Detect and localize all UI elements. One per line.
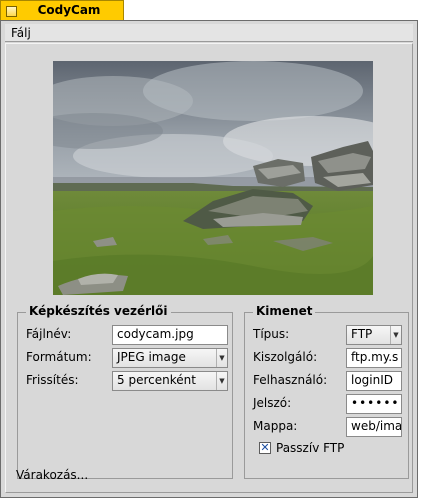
server-input[interactable]: ftp.my.s — [346, 348, 402, 368]
window-tab[interactable]: CodyCam — [0, 0, 124, 20]
output-group: Kimenet Típus: FTP ▼ Kiszolgáló: ftp.my.… — [244, 304, 409, 479]
server-label: Kiszolgáló: — [253, 350, 318, 364]
filename-label: Fájlnév: — [26, 327, 72, 341]
format-select-value: JPEG image — [117, 350, 186, 364]
type-select-value: FTP — [351, 327, 373, 341]
passive-ftp-checkbox[interactable]: ✕ — [259, 442, 271, 454]
username-label: Felhasználó: — [253, 373, 328, 387]
password-input[interactable]: •••••• — [346, 394, 402, 414]
checkmark-icon: ✕ — [260, 441, 270, 454]
refresh-select[interactable]: 5 percenként ▼ — [112, 371, 228, 391]
password-label: Jelszó: — [253, 396, 292, 410]
main-panel: Képkészítés vezérlői Fájlnév: codycam.jp… — [5, 43, 413, 493]
dropdown-arrow-icon: ▼ — [216, 372, 227, 390]
folder-input[interactable]: web/ima — [346, 417, 402, 437]
format-label: Formátum: — [26, 350, 92, 364]
refresh-label: Frissítés: — [26, 373, 79, 387]
window-title: CodyCam — [37, 3, 101, 17]
format-select[interactable]: JPEG image ▼ — [112, 348, 228, 368]
passive-ftp-label[interactable]: Passzív FTP — [276, 441, 344, 455]
filename-input[interactable]: codycam.jpg — [112, 325, 228, 345]
capture-settings-legend: Képkészítés vezérlői — [26, 304, 171, 318]
webcam-preview-image — [53, 61, 373, 295]
menu-file[interactable]: Fálj — [11, 26, 31, 40]
folder-label: Mappa: — [253, 419, 298, 433]
username-input[interactable]: loginID — [346, 371, 402, 391]
status-text: Várakozás... — [16, 468, 89, 482]
menu-bar: Fálj — [5, 24, 413, 42]
dropdown-arrow-icon: ▼ — [216, 349, 227, 367]
window: Fálj Képkészítés vezérlői Fájlnév: codyc… — [0, 20, 418, 498]
dropdown-arrow-icon: ▼ — [390, 326, 401, 344]
type-select[interactable]: FTP ▼ — [346, 325, 402, 345]
capture-settings-group: Képkészítés vezérlői Fájlnév: codycam.jp… — [17, 304, 233, 479]
refresh-select-value: 5 percenként — [117, 373, 196, 387]
output-legend: Kimenet — [253, 304, 316, 318]
type-label: Típus: — [253, 327, 290, 341]
